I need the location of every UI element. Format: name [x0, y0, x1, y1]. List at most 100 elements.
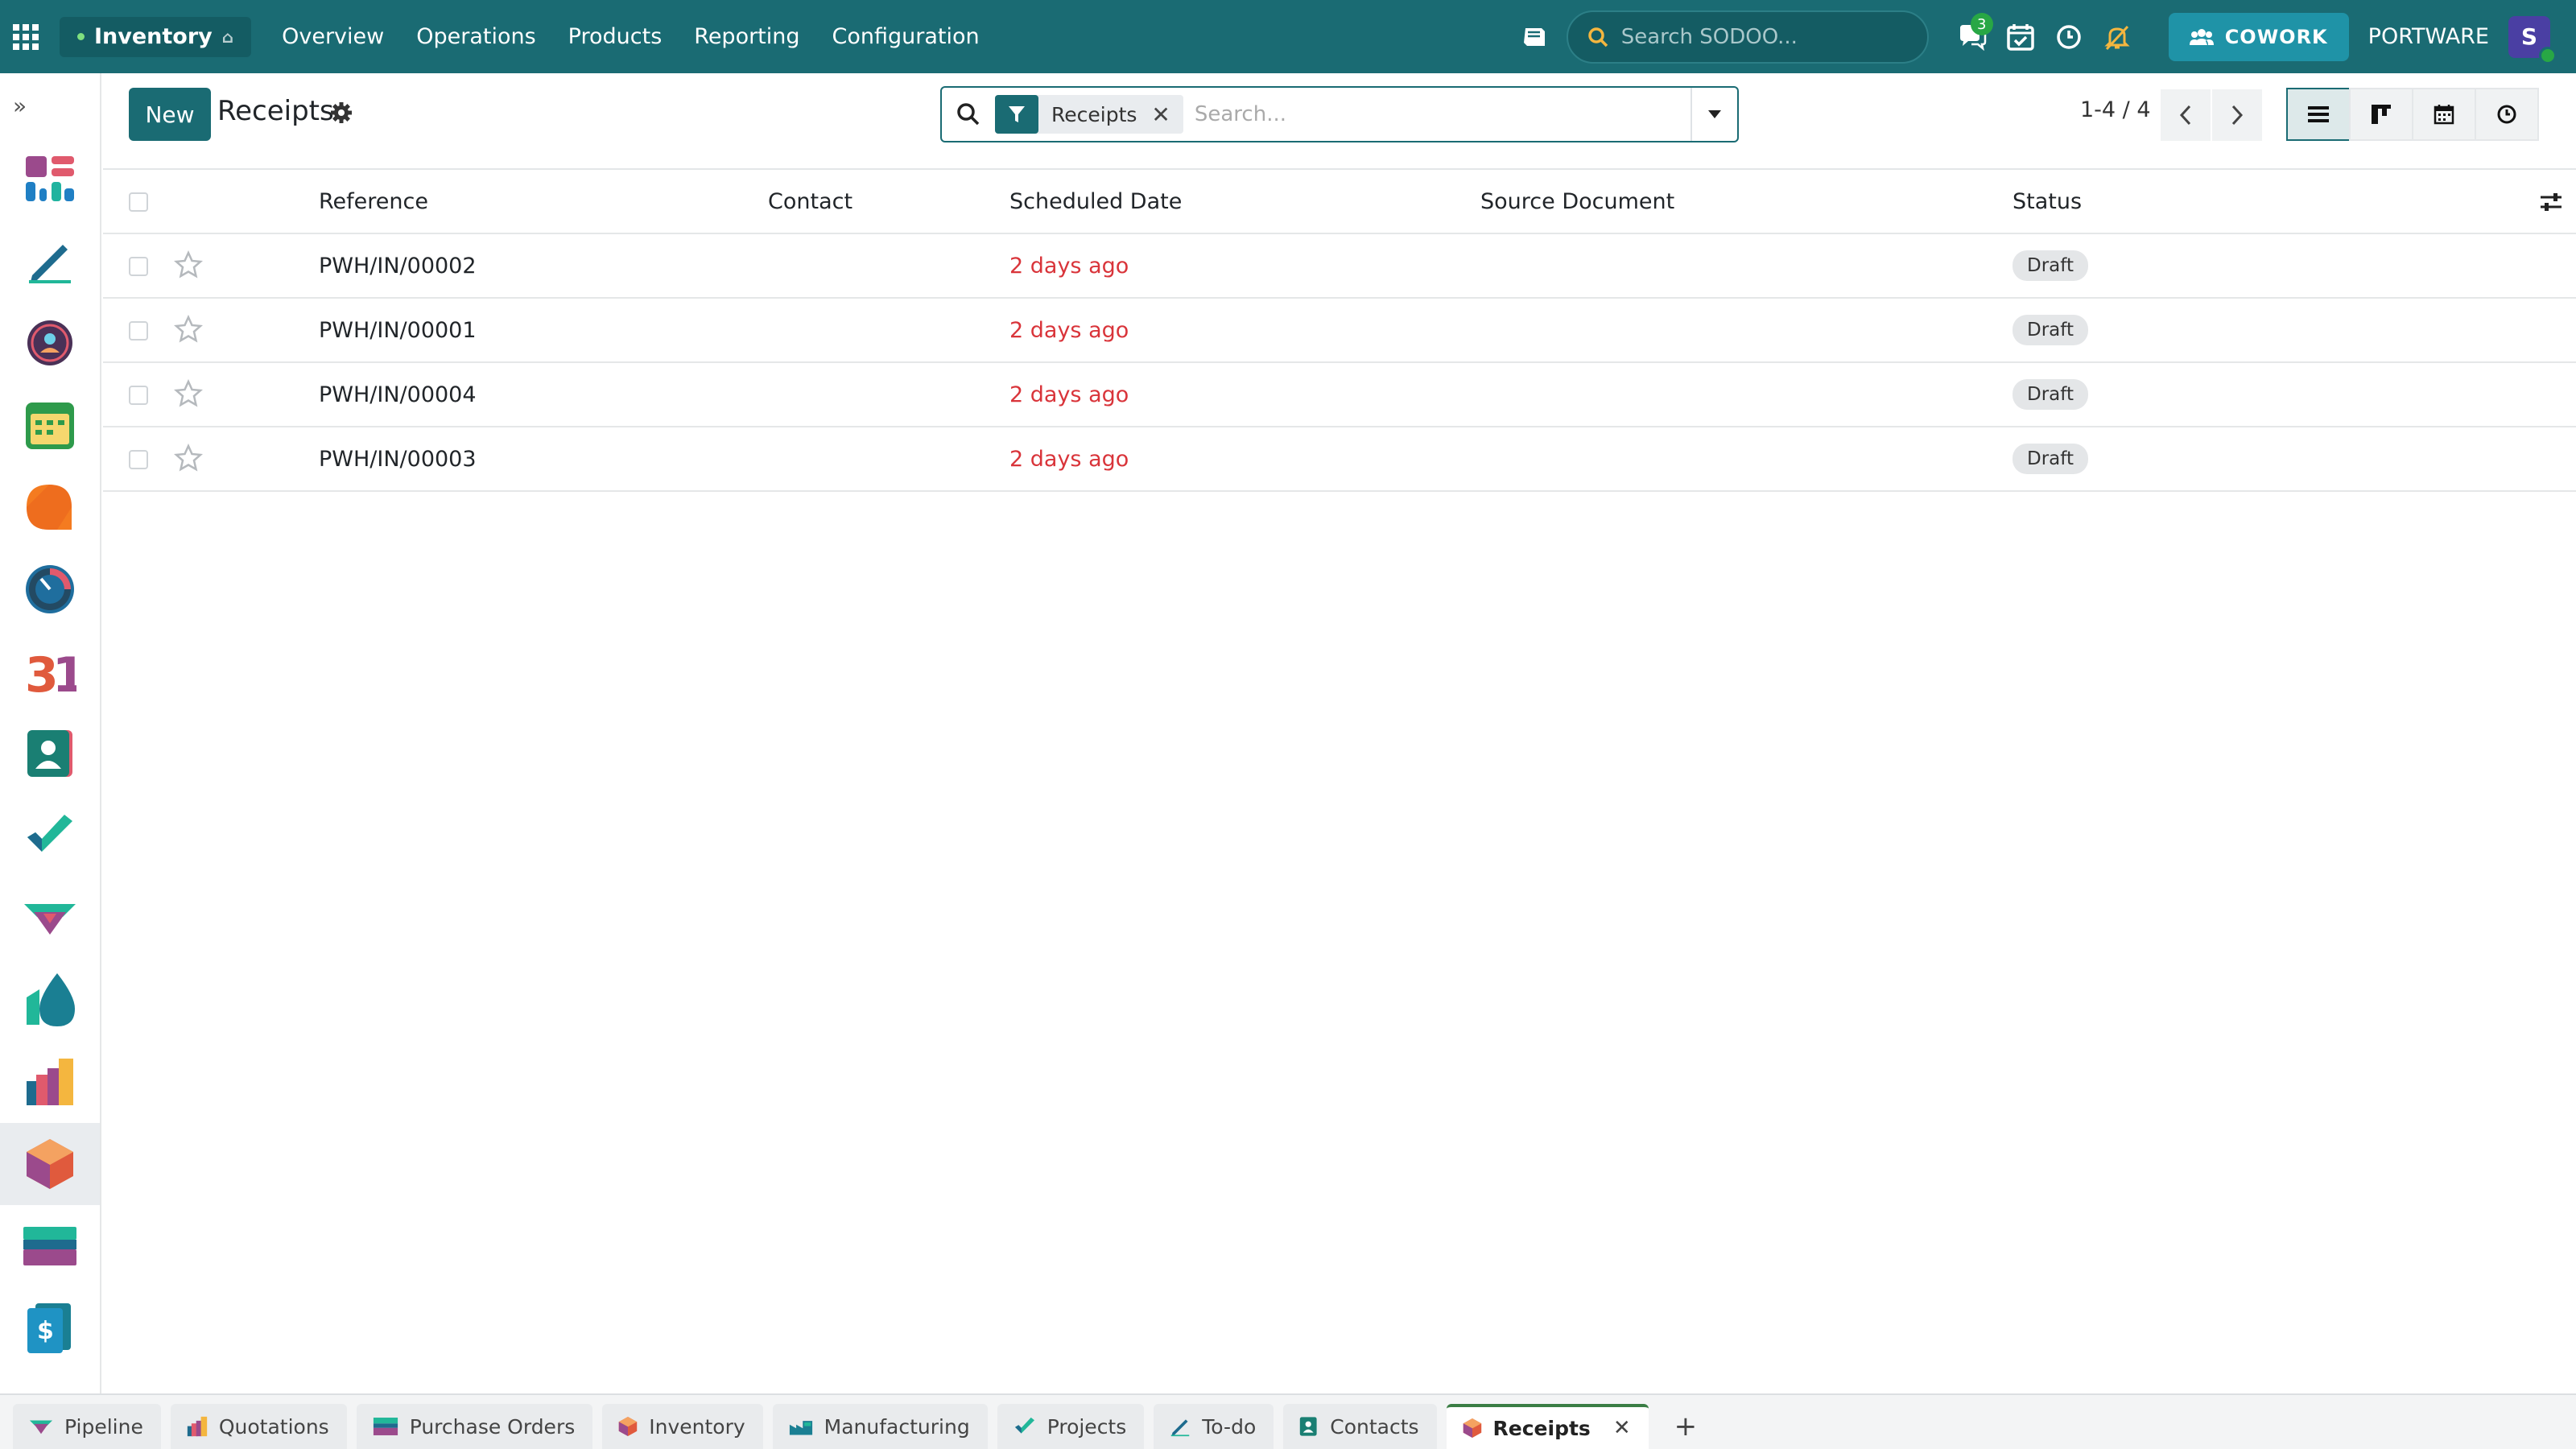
star-icon[interactable]: [173, 443, 204, 476]
tab-contacts[interactable]: Contacts: [1283, 1404, 1437, 1449]
row-checkbox[interactable]: [129, 321, 148, 341]
global-search-input[interactable]: [1620, 24, 1887, 49]
app-menu-button[interactable]: [0, 0, 52, 73]
sidebar-app-invoicing[interactable]: $: [0, 1287, 100, 1369]
column-header-scheduled-date[interactable]: Scheduled Date: [1009, 170, 1182, 233]
app-name: Inventory: [94, 24, 213, 49]
sidebar-app-todo[interactable]: [0, 220, 100, 302]
sidebar-app-dashboards[interactable]: [0, 138, 100, 220]
filter-facet[interactable]: Receipts ✕: [995, 95, 1183, 134]
menu-products[interactable]: Products: [552, 24, 679, 49]
sidebar-app-inventory[interactable]: [0, 1123, 100, 1205]
sidebar-app-water[interactable]: [0, 959, 100, 1041]
contacts-icon: [27, 730, 72, 777]
menu-reporting[interactable]: Reporting: [678, 24, 815, 49]
search-input[interactable]: [1194, 90, 1690, 138]
column-header-source-document[interactable]: Source Document: [1480, 170, 1674, 233]
status-dot: [77, 33, 85, 40]
calendar-view-button[interactable]: [2412, 88, 2476, 141]
tab-manufacturing[interactable]: Manufacturing: [772, 1404, 988, 1449]
timer-icon: [26, 565, 74, 613]
sidebar-app-contacts[interactable]: [0, 712, 100, 795]
messages-badge: 3: [1970, 13, 1993, 35]
timer-button[interactable]: [2045, 0, 2093, 73]
calendar-31-icon: 31: [25, 647, 76, 696]
chevron-right-icon: [2231, 105, 2244, 126]
tab-quotations[interactable]: Quotations: [170, 1404, 347, 1449]
top-navbar: Inventory ⌂ Overview Operations Products…: [0, 0, 2576, 73]
sidebar-app-calendar[interactable]: [0, 384, 100, 466]
row-checkbox[interactable]: [129, 450, 148, 469]
tab-pipeline[interactable]: Pipeline: [13, 1404, 161, 1449]
double-chevron-right-icon: »: [13, 92, 27, 119]
select-all-checkbox[interactable]: [129, 192, 148, 212]
list-icon: [2308, 106, 2329, 122]
sidebar-app-timer[interactable]: [0, 548, 100, 630]
pipeline-icon: [24, 904, 76, 935]
close-tab-icon[interactable]: ✕: [1613, 1416, 1631, 1440]
svg-text:$: $: [37, 1317, 54, 1345]
activity-button[interactable]: [1996, 0, 2045, 73]
app-brand[interactable]: Inventory ⌂: [60, 16, 252, 57]
remove-facet-icon[interactable]: ✕: [1151, 101, 1183, 128]
activity-view-button[interactable]: [2475, 88, 2539, 141]
notifications-button[interactable]: [2093, 0, 2141, 73]
column-header-reference[interactable]: Reference: [319, 170, 428, 233]
menu-operations[interactable]: Operations: [400, 24, 551, 49]
page-title[interactable]: Receipts: [217, 95, 334, 127]
svg-text:1: 1: [52, 647, 76, 696]
pager-previous-button[interactable]: [2161, 89, 2211, 141]
cell-scheduled-date: 2 days ago: [1009, 446, 1129, 472]
knowledge-icon[interactable]: [1510, 0, 1558, 73]
row-checkbox[interactable]: [129, 257, 148, 276]
table-row[interactable]: PWH/IN/00003 2 days ago Draft: [103, 427, 2576, 492]
sidebar-app-community[interactable]: [0, 302, 100, 384]
sidebar-app-projects[interactable]: [0, 795, 100, 877]
sidebar-app-discuss[interactable]: [0, 466, 100, 548]
add-tab-button[interactable]: +: [1658, 1404, 1714, 1449]
messaging-button[interactable]: 3: [1948, 0, 1996, 73]
table-row[interactable]: PWH/IN/00002 2 days ago Draft: [103, 234, 2576, 299]
cell-reference: PWH/IN/00003: [319, 446, 477, 472]
kanban-view-button[interactable]: [2349, 88, 2413, 141]
list-header: Reference Contact Scheduled Date Source …: [103, 170, 2576, 234]
menu-configuration[interactable]: Configuration: [816, 24, 996, 49]
optional-columns-icon[interactable]: [2539, 191, 2563, 217]
company-switcher[interactable]: PORTWARE: [2368, 24, 2489, 49]
star-icon[interactable]: [173, 378, 204, 411]
gear-icon[interactable]: [330, 101, 353, 127]
new-button[interactable]: New: [129, 88, 211, 141]
tab-todo[interactable]: To-do: [1154, 1404, 1274, 1449]
row-checkbox[interactable]: [129, 386, 148, 405]
list-view-button[interactable]: [2286, 88, 2351, 141]
pager-value[interactable]: 1-4 / 4: [2080, 97, 2151, 122]
cowork-button[interactable]: COWORK: [2168, 12, 2349, 61]
star-icon[interactable]: [173, 314, 204, 347]
sidebar-app-calendar-31[interactable]: 31: [0, 630, 100, 712]
sidebar-app-pipeline[interactable]: [0, 877, 100, 959]
search-options-toggle[interactable]: [1690, 88, 1737, 141]
sidebar-app-manufacturing[interactable]: [0, 1041, 100, 1123]
table-row[interactable]: PWH/IN/00004 2 days ago Draft: [103, 363, 2576, 427]
global-search[interactable]: [1566, 10, 1929, 64]
tab-projects[interactable]: Projects: [997, 1404, 1145, 1449]
expand-sidebar-button[interactable]: »: [0, 73, 100, 138]
plus-icon: +: [1674, 1410, 1698, 1443]
column-header-contact[interactable]: Contact: [768, 170, 852, 233]
contacts-icon: [1300, 1417, 1317, 1436]
tab-receipts[interactable]: Receipts ✕: [1446, 1404, 1649, 1449]
sidebar-app-purchase[interactable]: [0, 1205, 100, 1287]
invoicing-icon: $: [27, 1303, 71, 1353]
pager-next-button[interactable]: [2212, 89, 2262, 141]
search-icon: [1587, 27, 1608, 47]
user-avatar[interactable]: S: [2508, 15, 2557, 64]
tab-purchase-orders[interactable]: Purchase Orders: [356, 1404, 593, 1449]
online-indicator: [2539, 46, 2557, 64]
table-row[interactable]: PWH/IN/00001 2 days ago Draft: [103, 299, 2576, 363]
tab-label: Inventory: [649, 1414, 745, 1439]
column-header-status[interactable]: Status: [2013, 170, 2082, 233]
cell-status: Draft: [2013, 234, 2088, 297]
star-icon[interactable]: [173, 250, 204, 283]
menu-overview[interactable]: Overview: [266, 24, 400, 49]
tab-inventory[interactable]: Inventory: [602, 1404, 763, 1449]
